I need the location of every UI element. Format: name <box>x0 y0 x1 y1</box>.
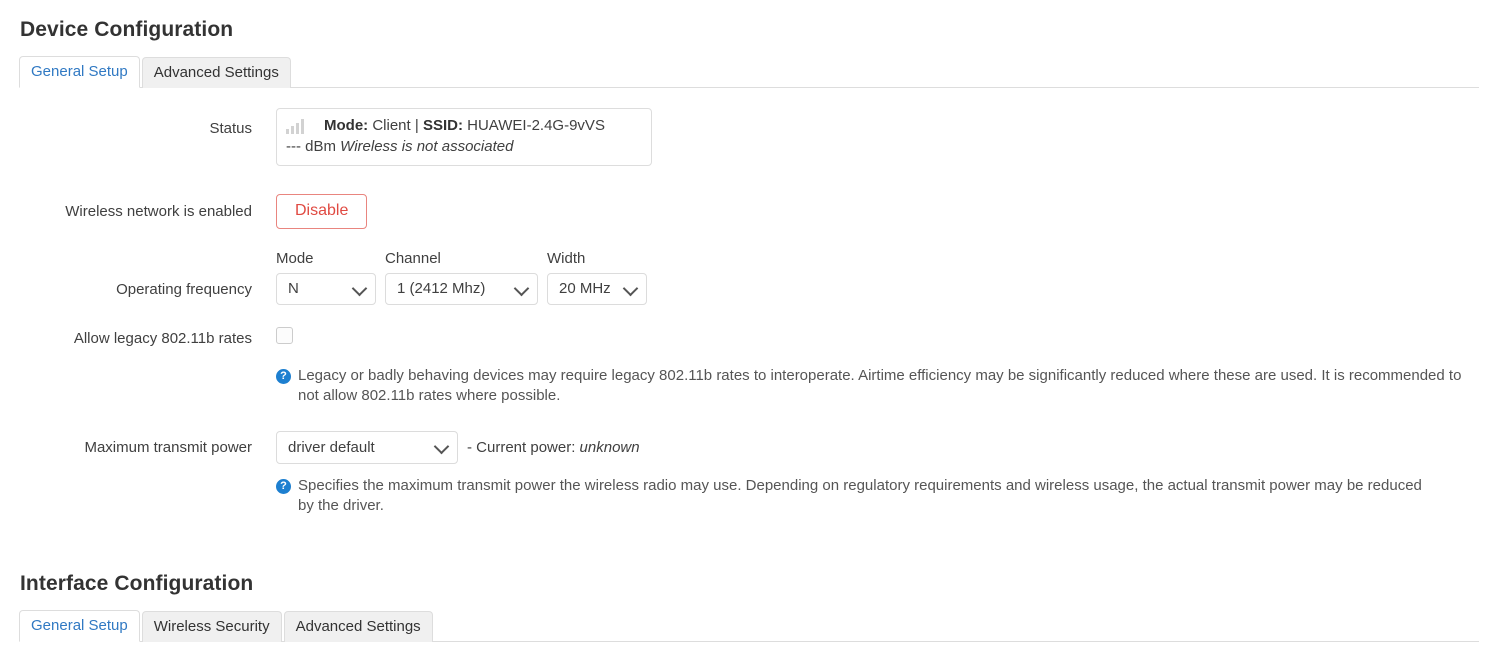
operating-frequency-field: Mode N Channel 1 (2412 Mhz) Width 20 MHz <box>276 250 1480 305</box>
wireless-enabled-field: Disable <box>276 193 1480 229</box>
max-transmit-power-help-text: Specifies the maximum transmit power the… <box>298 476 1422 515</box>
legacy-rates-label: Allow legacy 802.11b rates <box>73 329 252 347</box>
status-signal-dbm: --- dBm <box>286 138 336 156</box>
max-transmit-power-row: Maximum transmit power driver default - … <box>20 430 1480 464</box>
legacy-rates-field <box>276 326 1480 348</box>
max-transmit-power-controls: driver default - Current power: unknown <box>276 430 1480 464</box>
status-field: Mode: Client | SSID: HUAWEI-2.4G-9vVS --… <box>276 108 1480 166</box>
max-transmit-power-help: ? Specifies the maximum transmit power t… <box>276 476 1438 517</box>
max-transmit-power-select-value: driver default <box>288 438 375 456</box>
width-sub-label: Width <box>547 249 586 267</box>
operating-frequency-label: Operating frequency <box>116 280 252 298</box>
interface-tabs: General Setup Wireless Security Advanced… <box>19 609 1479 642</box>
operating-frequency-row: Operating frequency Mode N Channel 1 (24… <box>20 250 1480 305</box>
legacy-rates-help: ? Legacy or badly behaving devices may r… <box>276 366 1462 407</box>
status-label: Status <box>209 120 252 137</box>
status-mode-key: Mode: <box>324 117 369 134</box>
wireless-config-page: Device Configuration General Setup Advan… <box>0 0 1500 671</box>
chevron-down-icon <box>433 439 450 455</box>
legacy-rates-help-text: Legacy or badly behaving devices may req… <box>298 367 1462 405</box>
status-secondary-line: --- dBm Wireless is not associated <box>286 136 642 157</box>
power-help-field: ? Specifies the maximum transmit power t… <box>276 476 1438 517</box>
tab-interface-advanced-settings[interactable]: Advanced Settings <box>283 610 433 642</box>
channel-control-group: Channel 1 (2412 Mhz) <box>385 250 538 305</box>
width-select-value: 20 MHz <box>559 280 611 298</box>
max-transmit-power-field: driver default - Current power: unknown <box>276 430 1480 464</box>
legacy-rates-checkbox[interactable] <box>276 326 293 344</box>
channel-sub-label: Channel <box>385 249 441 267</box>
chevron-down-icon <box>622 280 639 296</box>
status-row: Status Mode: Client | SSID: HUAWEI-2.4G-… <box>20 108 1480 166</box>
tab-interface-general-setup[interactable]: General Setup <box>19 609 140 642</box>
tab-device-general-setup[interactable]: General Setup <box>19 56 140 88</box>
mode-select-value: N <box>288 280 299 298</box>
question-mark-icon[interactable]: ? <box>276 369 291 385</box>
mode-sub-label: Mode <box>276 249 314 267</box>
max-transmit-power-label: Maximum transmit power <box>84 438 252 456</box>
current-power-readout: - Current power: unknown <box>467 439 640 456</box>
device-configuration-section: Device Configuration General Setup Advan… <box>19 0 1480 517</box>
channel-select[interactable]: 1 (2412 Mhz) <box>385 272 538 305</box>
device-tabs: General Setup Advanced Settings <box>19 56 1479 88</box>
question-mark-icon[interactable]: ? <box>276 478 291 494</box>
current-power-value: unknown <box>579 438 640 456</box>
wireless-status-box: Mode: Client | SSID: HUAWEI-2.4G-9vVS --… <box>276 108 652 166</box>
wireless-enabled-label: Wireless network is enabled <box>65 202 252 220</box>
wireless-enabled-row: Wireless network is enabled Disable <box>20 193 1480 229</box>
legacy-help-field: ? Legacy or badly behaving devices may r… <box>276 366 1462 407</box>
mode-control-group: Mode N <box>276 250 376 305</box>
chevron-down-icon <box>513 280 530 296</box>
legacy-rates-help-row: ? Legacy or badly behaving devices may r… <box>20 366 1480 407</box>
status-association-note: Wireless is not associated <box>340 138 514 156</box>
signal-bars-icon <box>286 119 306 135</box>
frequency-controls: Mode N Channel 1 (2412 Mhz) Width 20 MHz <box>276 250 1480 305</box>
status-ssid-key: SSID: <box>422 117 463 134</box>
tab-interface-wireless-security[interactable]: Wireless Security <box>141 610 282 642</box>
chevron-down-icon <box>351 280 368 296</box>
status-separator: | <box>414 117 419 134</box>
max-transmit-power-help-row: ? Specifies the maximum transmit power t… <box>20 476 1480 517</box>
max-transmit-power-select[interactable]: driver default <box>276 430 458 464</box>
interface-configuration-title: Interface Configuration <box>20 571 254 595</box>
width-select[interactable]: 20 MHz <box>547 272 647 305</box>
disable-button[interactable]: Disable <box>276 193 368 229</box>
width-control-group: Width 20 MHz <box>547 250 647 305</box>
mode-select[interactable]: N <box>276 272 376 305</box>
status-ssid-value: HUAWEI-2.4G-9vVS <box>467 117 605 134</box>
status-primary-line: Mode: Client | SSID: HUAWEI-2.4G-9vVS <box>286 115 642 136</box>
current-power-prefix: - Current power: <box>467 438 576 456</box>
channel-select-value: 1 (2412 Mhz) <box>397 280 486 298</box>
tab-device-advanced-settings[interactable]: Advanced Settings <box>141 57 291 88</box>
legacy-rates-row: Allow legacy 802.11b rates <box>20 326 1480 349</box>
interface-configuration-section: Interface Configuration General Setup Wi… <box>19 565 1480 642</box>
device-configuration-title: Device Configuration <box>20 18 234 41</box>
status-mode-value: Client <box>372 117 411 134</box>
